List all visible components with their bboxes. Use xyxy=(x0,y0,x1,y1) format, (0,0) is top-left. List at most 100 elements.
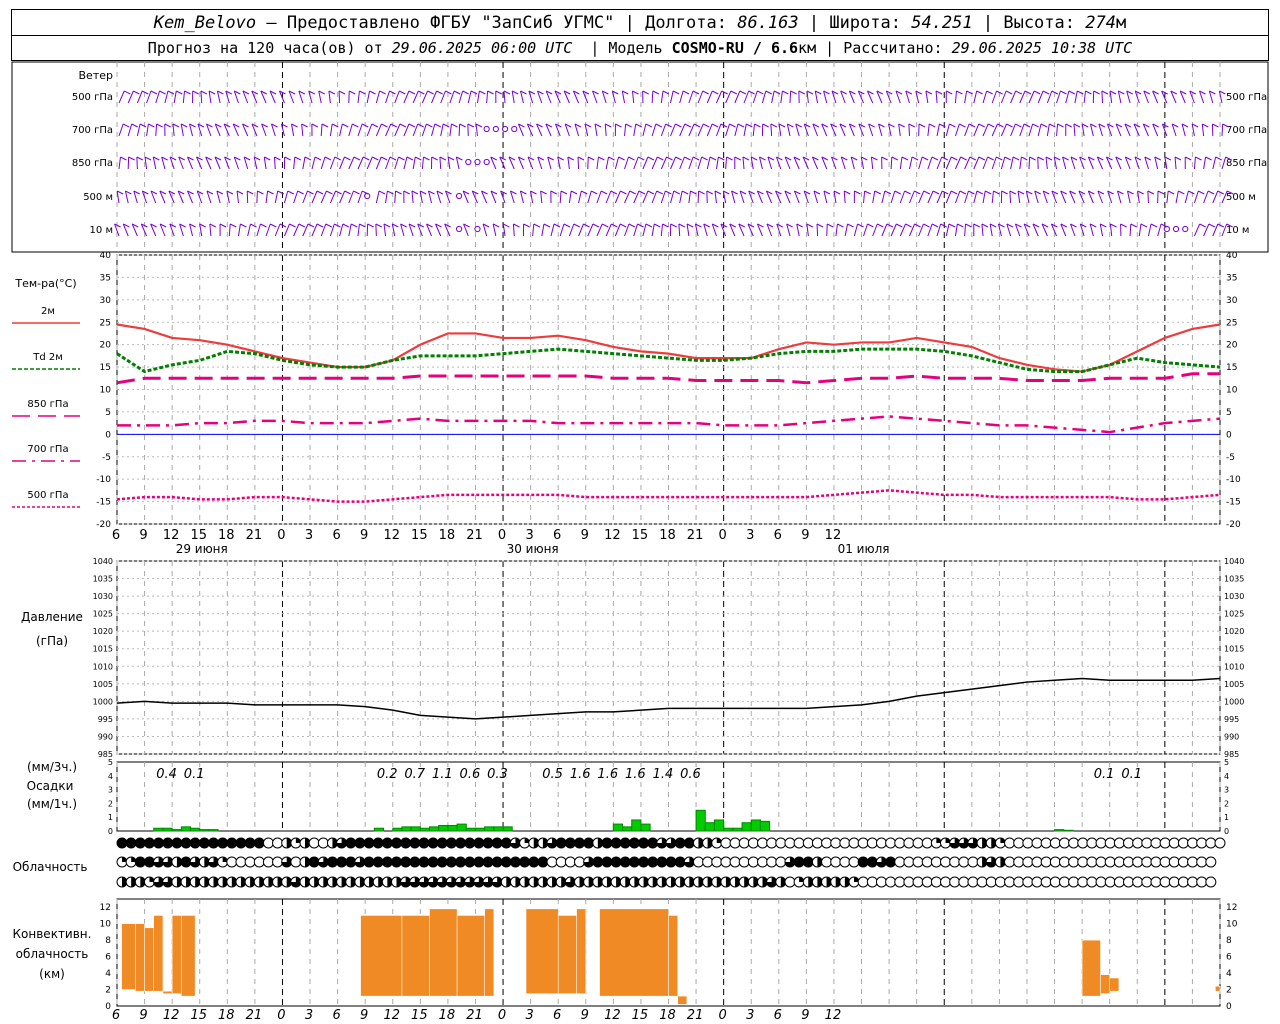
temp-title: Тем-ра(°C) xyxy=(14,277,76,290)
wind-barb xyxy=(743,123,747,137)
wind-barb xyxy=(348,223,352,237)
wind-barb xyxy=(256,223,261,237)
wind-barb-flag xyxy=(447,156,455,161)
wind-barb-flag xyxy=(757,90,764,95)
time-tick-label: 21 xyxy=(466,528,483,543)
wind-barb-flag xyxy=(1057,123,1064,128)
temp-ytick-left: 0 xyxy=(105,430,111,440)
precip-3h-total: 1.6 xyxy=(570,767,591,782)
wind-barb xyxy=(786,123,791,137)
cloud-octa-symbol xyxy=(409,837,421,849)
wind-barb xyxy=(909,190,915,204)
cloud-octa-symbol xyxy=(885,876,897,888)
wind-barb-flag xyxy=(338,90,346,95)
wind-barb-flag xyxy=(702,90,709,95)
wind-barb xyxy=(1009,190,1012,204)
wind-barb xyxy=(982,190,986,204)
precip-bar xyxy=(401,826,412,832)
wind-barb-flag xyxy=(884,190,892,195)
time-tick-label: 12 xyxy=(604,528,621,543)
cloud-octa-symbol xyxy=(537,856,549,868)
wind-barb xyxy=(180,123,184,137)
time-tick-label-bottom: 9 xyxy=(139,1008,147,1023)
precip-ytick-left: 2 xyxy=(108,799,113,808)
wind-barb-flag xyxy=(567,156,575,161)
wind-barb xyxy=(670,90,674,104)
time-tick-label: 15 xyxy=(632,528,649,543)
wind-barb-flag xyxy=(1208,223,1216,228)
pressure-ytick-left: 1030 xyxy=(93,592,113,601)
time-tick-label-bottom: 6 xyxy=(332,1008,340,1023)
cloud-octa-symbol xyxy=(290,856,302,868)
wind-barb-flag xyxy=(734,156,741,161)
wind-barb-flag xyxy=(986,90,993,95)
time-tick-label-bottom: 0 xyxy=(277,1008,285,1023)
pressure-ytick-right: 1030 xyxy=(1224,592,1244,601)
wind-barb xyxy=(421,156,425,170)
wind-barb-flag xyxy=(1073,123,1081,128)
time-tick-label: 12 xyxy=(163,528,180,543)
wind-barb xyxy=(642,190,649,204)
cloud-octa-symbol xyxy=(903,837,915,849)
precip-bar xyxy=(456,823,467,832)
wind-barb xyxy=(1109,223,1113,237)
convective-ytick-right: 0 xyxy=(1226,1002,1232,1012)
wind-barb xyxy=(725,156,728,170)
wind-barb xyxy=(890,156,893,170)
wind-barb-flag xyxy=(124,90,131,95)
wind-barb xyxy=(1117,90,1122,104)
convective-layer-bar xyxy=(557,915,577,994)
wind-barb-flag xyxy=(324,156,332,161)
wind-calm-circle xyxy=(483,125,490,133)
time-tick-label: 0 xyxy=(277,528,285,543)
wind-barb-flag xyxy=(672,90,680,95)
wind-barb xyxy=(136,90,143,104)
wind-barb xyxy=(688,90,694,104)
wind-barb xyxy=(503,90,506,104)
wind-barb-flag xyxy=(583,223,590,228)
wind-barb xyxy=(302,156,306,170)
wind-barb-flag xyxy=(408,123,416,128)
cloud-octa-symbol xyxy=(473,856,485,868)
precip-ytick-right: 3 xyxy=(1224,786,1229,795)
wind-barb-flag xyxy=(581,190,588,195)
cloud-octa-symbol xyxy=(729,856,741,868)
wind-barb xyxy=(293,156,296,170)
wind-barb xyxy=(981,223,984,237)
wind-barb-flag xyxy=(932,190,940,195)
cloud-octa-symbol xyxy=(949,876,961,888)
precip-bar xyxy=(484,826,495,832)
wind-barb-flag xyxy=(997,123,1004,128)
wind-barb xyxy=(475,123,478,137)
wind-barb-flag xyxy=(415,156,422,161)
cloud-octa-symbol xyxy=(994,876,1006,888)
wind-barb xyxy=(412,123,419,137)
wind-barb-flag xyxy=(411,190,419,195)
wind-barb xyxy=(945,156,952,170)
wind-barb xyxy=(706,90,713,104)
wind-barb xyxy=(660,223,663,237)
wind-barb-flag xyxy=(159,90,166,95)
wind-barb-flag xyxy=(1009,190,1017,195)
wind-barb xyxy=(816,223,819,237)
wind-barb-flag xyxy=(1215,156,1222,161)
cloud-octa-symbol xyxy=(317,837,329,849)
date-label: 01 июля xyxy=(838,542,890,556)
wind-barb-flag xyxy=(260,223,267,228)
wind-barb xyxy=(715,90,723,104)
cloud-octa-symbol xyxy=(509,856,521,868)
pressure-ytick-right: 1010 xyxy=(1224,662,1244,671)
wind-barb-flag xyxy=(1188,190,1195,195)
wind-barb xyxy=(725,123,730,137)
temp-ytick-right: -10 xyxy=(1226,475,1241,485)
time-tick-label-bottom: 21 xyxy=(246,1008,263,1023)
wind-level-label-left: 500 м xyxy=(83,192,113,203)
wind-barb xyxy=(1201,123,1205,137)
wind-barb xyxy=(1028,156,1031,170)
time-tick-label-bottom: 18 xyxy=(659,1008,676,1023)
cloud-octa-symbol xyxy=(180,856,192,868)
wind-barb xyxy=(541,223,545,237)
wind-barb xyxy=(1175,190,1179,204)
cloud-octa-symbol xyxy=(564,837,576,849)
convective-layer-bar xyxy=(144,927,155,992)
